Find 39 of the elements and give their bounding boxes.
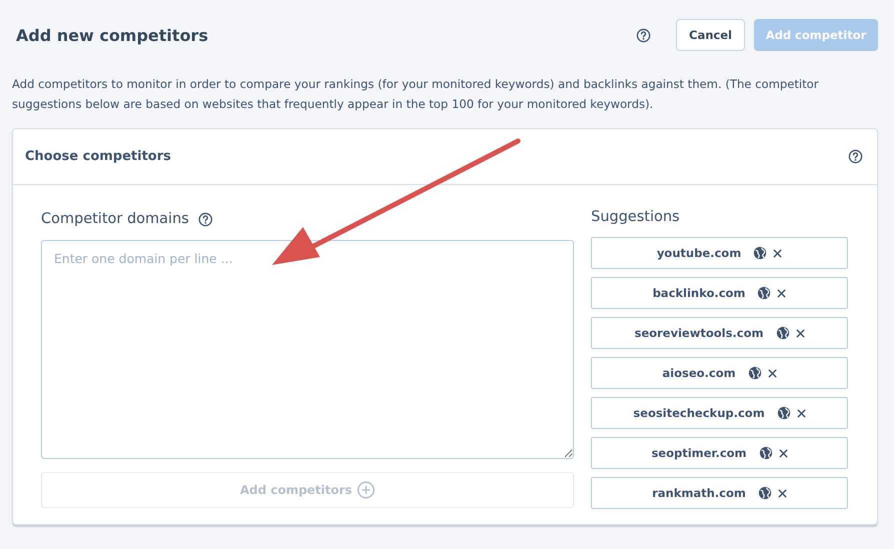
- help-icon[interactable]: [198, 212, 213, 226]
- close-icon[interactable]: [796, 328, 805, 338]
- suggestion-chip[interactable]: backlinko.com: [591, 277, 848, 309]
- globe-icon[interactable]: [753, 246, 768, 260]
- domain-text: rankmath.com: [652, 486, 746, 500]
- close-icon[interactable]: [778, 448, 788, 458]
- domains-input-field[interactable]: Enter one domain per line ...: [41, 240, 574, 459]
- suggestion-chip[interactable]: seoreviewtools.com: [591, 317, 848, 349]
- domain-text: seositecheckup.com: [633, 406, 765, 420]
- page-title: Add new competitors: [16, 26, 208, 44]
- help-icon[interactable]: [636, 28, 651, 42]
- globe-icon[interactable]: [758, 446, 773, 460]
- domain-text: aioseo.com: [662, 366, 736, 380]
- suggestion-chip[interactable]: seoptimer.com: [591, 437, 848, 469]
- suggestion-chip[interactable]: youtube.com: [591, 237, 848, 269]
- suggestion-chip[interactable]: rankmath.com: [591, 477, 848, 509]
- close-icon[interactable]: [778, 488, 787, 498]
- suggestions-title: Suggestions: [591, 209, 681, 227]
- globe-icon[interactable]: [776, 326, 790, 340]
- close-icon[interactable]: [777, 288, 786, 298]
- domain-text: seoreviewtools.com: [634, 326, 764, 340]
- suggestion-chip[interactable]: seositecheckup.com: [591, 397, 848, 429]
- domain-text: seoptimer.com: [651, 446, 747, 460]
- plus-circle-icon: [357, 481, 376, 499]
- help-icon[interactable]: [848, 149, 863, 164]
- description-text: Add competitors to monitor in order to compare your rankings (for your monitored keywords) and backlinks against them. (The competitor suggestions below are based on websites that frequently appear in the top 100 for your monitored keywords).: [12, 76, 820, 113]
- card-title: Choose competitors: [25, 149, 172, 164]
- domain-text: backlinko.com: [652, 286, 746, 300]
- cancel-button[interactable]: Cancel: [676, 19, 745, 51]
- globe-icon[interactable]: [757, 286, 772, 300]
- globe-icon[interactable]: [748, 366, 762, 380]
- suggestion-chip[interactable]: aioseo.com: [591, 357, 848, 389]
- close-icon[interactable]: [796, 408, 806, 418]
- close-icon[interactable]: [768, 368, 777, 378]
- close-icon[interactable]: [773, 248, 782, 258]
- domain-text: youtube.com: [656, 246, 742, 260]
- globe-icon[interactable]: [758, 486, 772, 500]
- globe-icon[interactable]: [776, 406, 791, 420]
- field-label: Competitor domains: [41, 211, 189, 227]
